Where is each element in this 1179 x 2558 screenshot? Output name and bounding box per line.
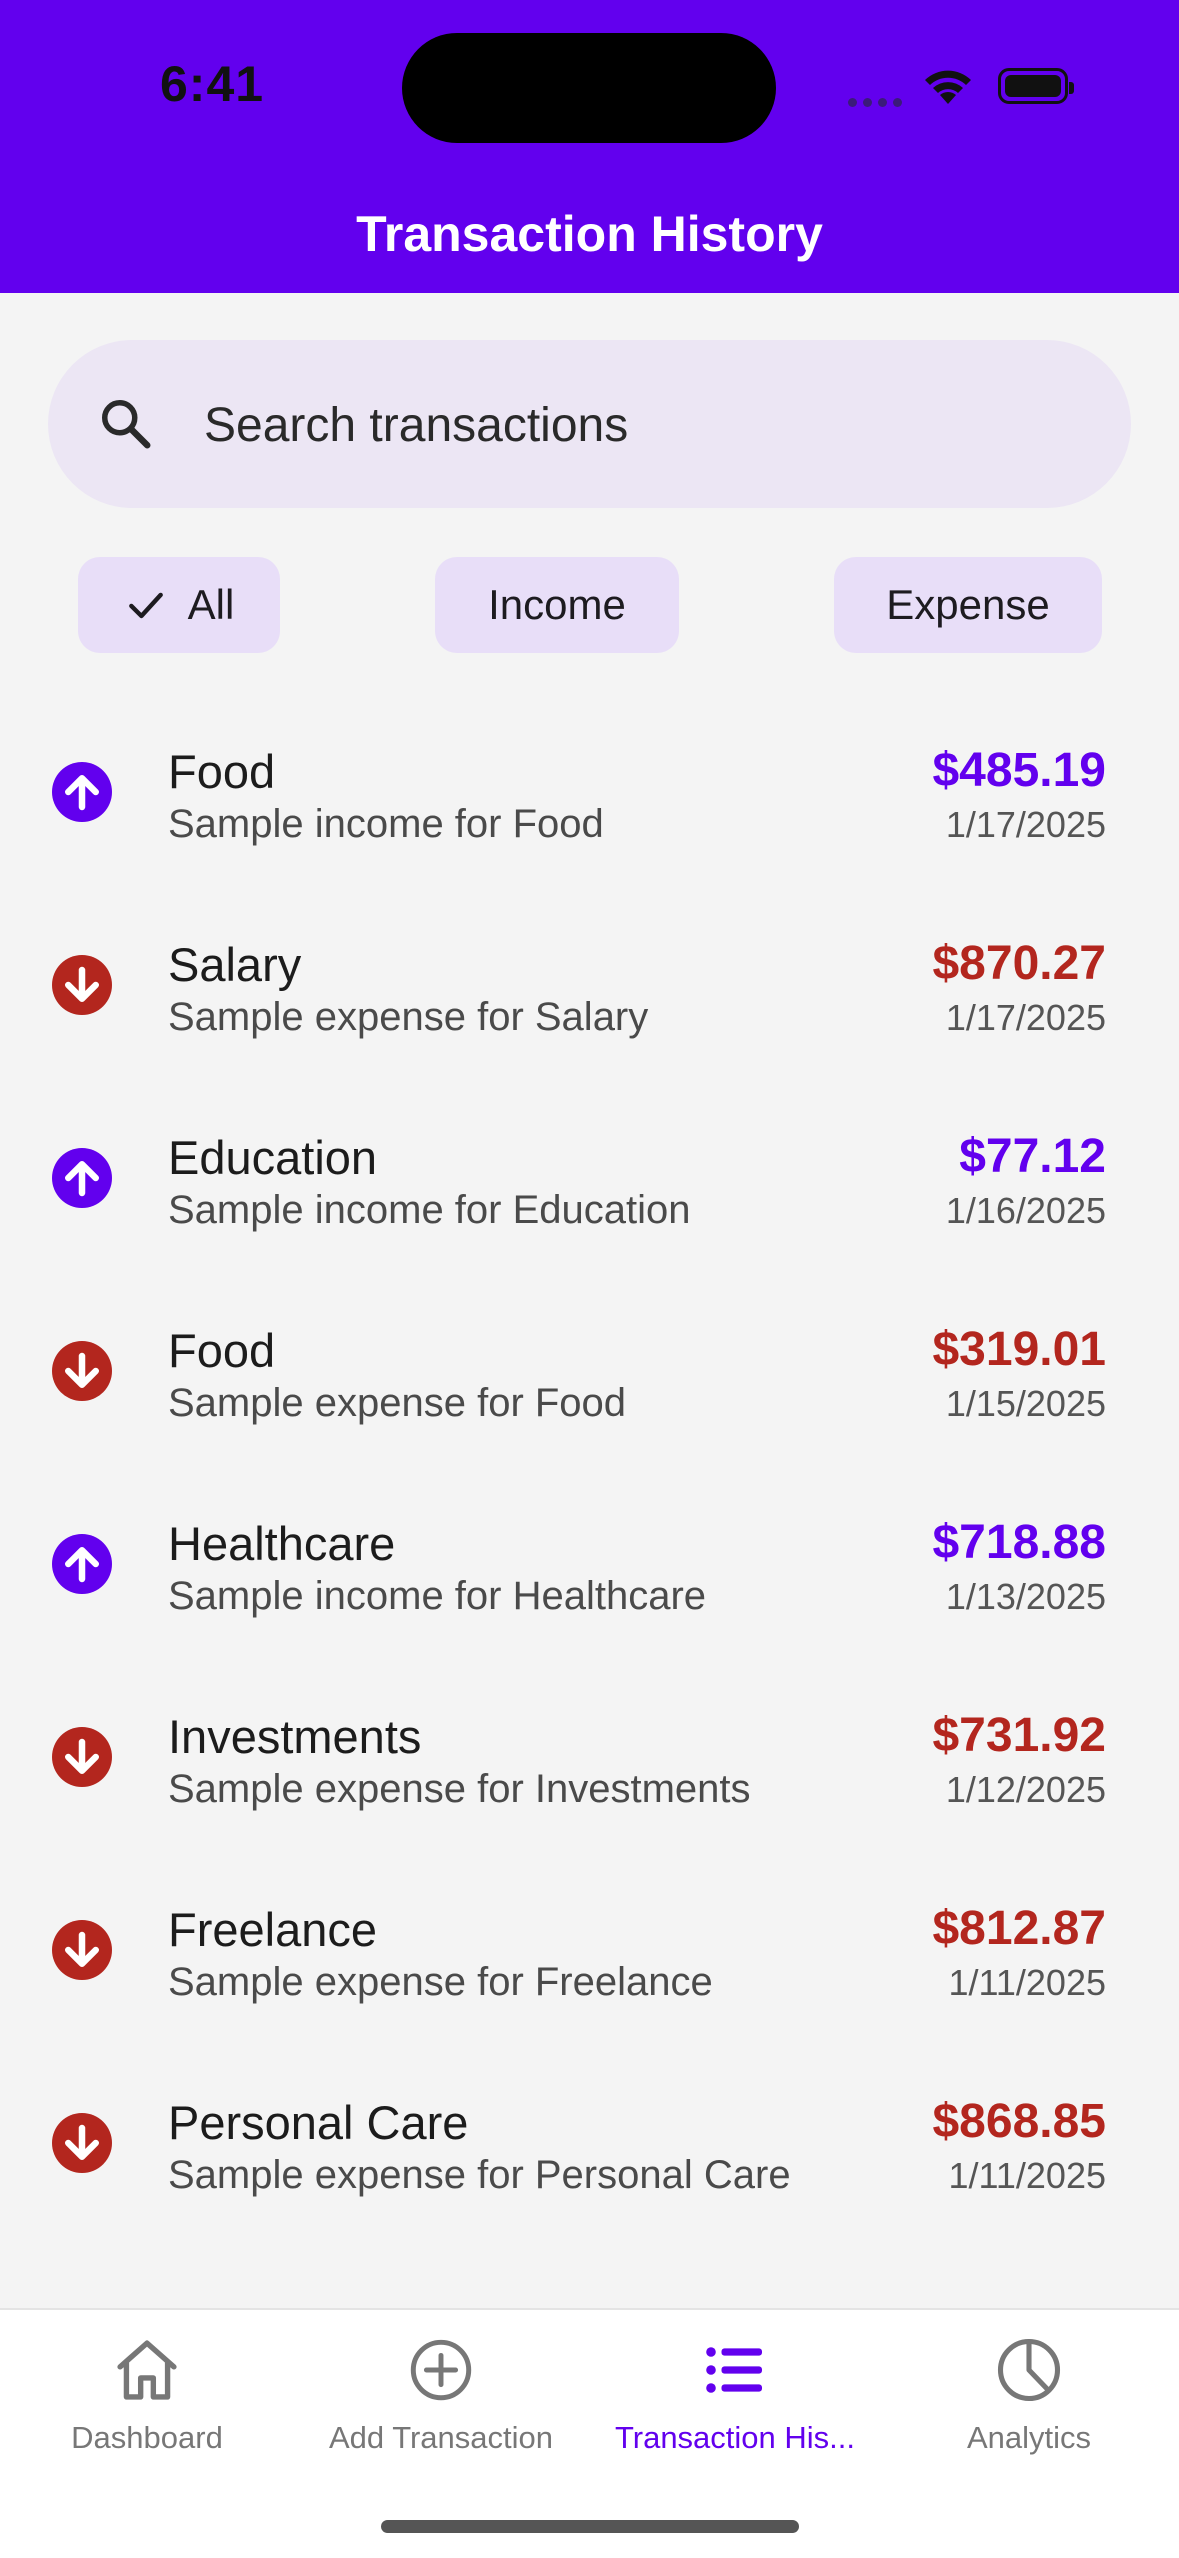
wifi-icon bbox=[925, 70, 971, 104]
transaction-amount: $870.27 bbox=[932, 937, 1106, 990]
arrow-up-circle-icon bbox=[52, 1534, 112, 1594]
nav-item-add-transaction[interactable]: Add Transaction bbox=[294, 2330, 588, 2456]
page-title: Transaction History bbox=[356, 206, 823, 262]
transaction-category: Investments bbox=[168, 1710, 422, 1763]
transaction-amount: $77.12 bbox=[959, 1130, 1106, 1183]
transaction-amount: $812.87 bbox=[932, 1902, 1106, 1955]
nav-label: Dashboard bbox=[71, 2420, 223, 2455]
transaction-date: 1/17/2025 bbox=[945, 804, 1106, 845]
filter-chip-income[interactable]: Income bbox=[435, 557, 679, 653]
filter-chip-expense[interactable]: Expense bbox=[834, 557, 1102, 653]
check-icon bbox=[124, 583, 168, 627]
filter-chip-label: Income bbox=[488, 581, 626, 628]
transaction-date: 1/17/2025 bbox=[945, 997, 1106, 1038]
status-time: 6:41 bbox=[160, 56, 265, 112]
transaction-date: 1/11/2025 bbox=[948, 1962, 1106, 2003]
transaction-date: 1/13/2025 bbox=[945, 1576, 1106, 1617]
nav-label: Transaction His... bbox=[614, 2420, 856, 2455]
transaction-category: Healthcare bbox=[168, 1517, 396, 1570]
transaction-description: Sample expense for Freelance bbox=[168, 1960, 713, 2004]
transaction-description: Sample expense for Salary bbox=[168, 995, 649, 1039]
arrow-down-circle-icon bbox=[52, 2113, 112, 2173]
transaction-category: Food bbox=[168, 745, 276, 798]
pie-chart-icon bbox=[882, 2330, 1176, 2410]
transaction-row[interactable]: Education Sample income for Education $77.… bbox=[0, 1086, 1179, 1279]
transaction-amount: $319.01 bbox=[932, 1323, 1106, 1376]
nav-item-transaction-history[interactable]: Transaction His... bbox=[588, 2330, 882, 2456]
transaction-description: Sample expense for Investments bbox=[168, 1767, 751, 1811]
transaction-category: Salary bbox=[168, 938, 302, 991]
transaction-amount: $718.88 bbox=[932, 1516, 1106, 1569]
transaction-date: 1/11/2025 bbox=[948, 2155, 1106, 2196]
search-input[interactable]: Search transactions bbox=[204, 398, 628, 453]
arrow-down-circle-icon bbox=[52, 1341, 112, 1401]
transaction-description: Sample income for Food bbox=[168, 802, 604, 846]
transaction-category: Food bbox=[168, 1324, 276, 1377]
nav-item-dashboard[interactable]: Dashboard bbox=[0, 2330, 294, 2456]
transaction-amount: $485.19 bbox=[932, 744, 1106, 797]
transaction-row[interactable]: Healthcare Sample income for Healthcare $7… bbox=[0, 1472, 1179, 1665]
arrow-up-circle-icon bbox=[52, 762, 112, 822]
search-bar[interactable]: Search transactions bbox=[48, 340, 1131, 508]
cellular-signal-icon bbox=[848, 94, 908, 107]
transaction-amount: $868.85 bbox=[932, 2095, 1106, 2148]
nav-label: Analytics bbox=[966, 2420, 1092, 2455]
arrow-down-circle-icon bbox=[52, 1727, 112, 1787]
transaction-category: Personal Care bbox=[168, 2096, 469, 2149]
nav-label: Add Transaction bbox=[328, 2420, 554, 2455]
transaction-row[interactable]: Freelance Sample expense for Freelance $81… bbox=[0, 1858, 1179, 2051]
filter-chip-all[interactable]: All bbox=[78, 557, 280, 653]
transaction-description: Sample income for Healthcare bbox=[168, 1574, 707, 1618]
filter-chip-label: All bbox=[187, 581, 235, 628]
partially-hidden-row bbox=[0, 2290, 1179, 2308]
arrow-down-circle-icon bbox=[52, 1920, 112, 1980]
app-bar: 6:41 Transaction History bbox=[0, 0, 1179, 293]
arrow-up-circle-icon bbox=[52, 1148, 112, 1208]
transaction-row[interactable]: Food Sample income for Food $485.19 1/17/20… bbox=[0, 700, 1179, 893]
transaction-date: 1/12/2025 bbox=[945, 1769, 1106, 1810]
add-circle-icon bbox=[294, 2330, 588, 2410]
transaction-description: Sample expense for Food bbox=[168, 1381, 627, 1425]
transaction-category: Education bbox=[168, 1131, 378, 1184]
transaction-description: Sample income for Education bbox=[168, 1188, 691, 1232]
transaction-date: 1/15/2025 bbox=[945, 1383, 1106, 1424]
transaction-row[interactable]: Salary Sample expense for Salary $870.27 1/… bbox=[0, 893, 1179, 1086]
search-icon bbox=[102, 400, 151, 449]
transaction-row[interactable]: Food Sample expense for Food $319.01 1/15/2… bbox=[0, 1279, 1179, 1472]
filter-chip-label: Expense bbox=[886, 581, 1050, 628]
home-icon bbox=[0, 2330, 294, 2410]
nav-item-analytics[interactable]: Analytics bbox=[882, 2330, 1176, 2456]
list-icon bbox=[588, 2330, 882, 2410]
home-indicator bbox=[381, 2520, 799, 2533]
transaction-row[interactable]: Investments Sample expense for Investment… bbox=[0, 1665, 1179, 1858]
arrow-down-circle-icon bbox=[52, 955, 112, 1015]
transaction-category: Freelance bbox=[168, 1903, 377, 1956]
transaction-row[interactable]: Personal Care Sample expense for Personal… bbox=[0, 2051, 1179, 2244]
transaction-date: 1/16/2025 bbox=[945, 1190, 1106, 1231]
transaction-description: Sample expense for Personal Care bbox=[168, 2153, 791, 2197]
battery-icon bbox=[998, 68, 1074, 104]
transaction-amount: $731.92 bbox=[932, 1709, 1106, 1762]
dynamic-island bbox=[402, 33, 776, 143]
